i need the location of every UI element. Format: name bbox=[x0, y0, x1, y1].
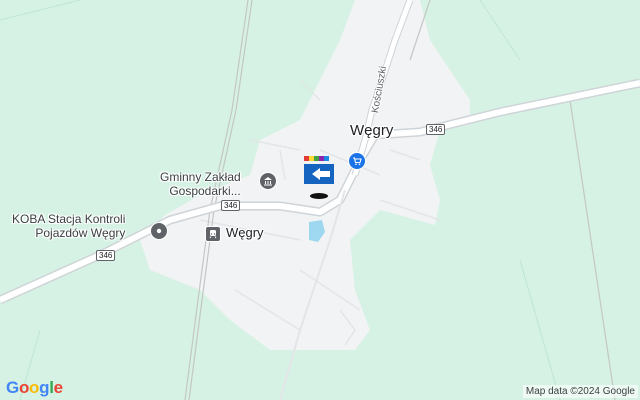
service-icon[interactable] bbox=[150, 222, 168, 240]
town-label[interactable]: Węgry bbox=[350, 122, 393, 139]
shop-icon[interactable] bbox=[348, 152, 366, 170]
business-logo-icon[interactable] bbox=[304, 156, 340, 200]
road-shield-346-center: 346 bbox=[221, 200, 241, 211]
station-label[interactable]: Węgry bbox=[226, 225, 264, 240]
train-station-icon[interactable] bbox=[205, 226, 221, 242]
poi-koba-label[interactable]: KOBA Stacja Kontroli Pojazdów Węgry bbox=[12, 212, 125, 240]
museum-icon[interactable] bbox=[259, 172, 277, 190]
google-logo[interactable]: Google bbox=[6, 378, 63, 398]
road-shield-346-west: 346 bbox=[96, 250, 116, 261]
road-shield-346-east: 346 bbox=[426, 124, 446, 135]
map-canvas[interactable]: Węgry Kościuszki Gminny Zakład Gospodark… bbox=[0, 0, 640, 400]
map-attribution[interactable]: Map data ©2024 Google bbox=[522, 385, 638, 398]
poi-gminny-label[interactable]: Gminny Zakład Gospodarki... bbox=[160, 170, 241, 198]
